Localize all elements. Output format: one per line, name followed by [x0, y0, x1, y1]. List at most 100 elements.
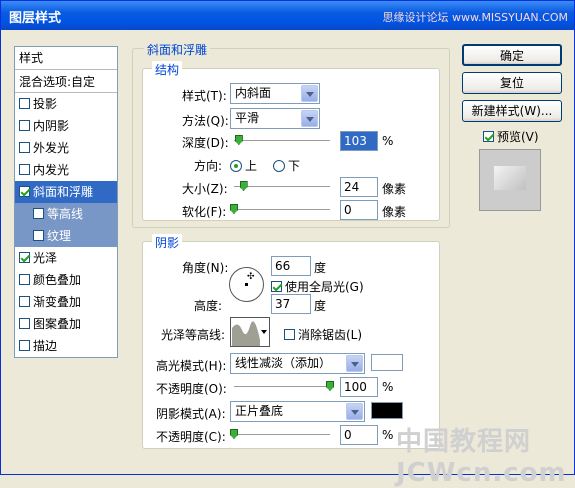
- radio-icon: [230, 160, 242, 172]
- direction-down-radio[interactable]: 下: [273, 157, 300, 174]
- radio-icon: [273, 160, 285, 172]
- size-input[interactable]: 24: [340, 177, 378, 197]
- style-label: 样式(T):: [182, 89, 227, 103]
- sidebar-label: 图案叠加: [33, 317, 82, 331]
- sidebar-label: 内阴影: [33, 119, 70, 133]
- sidebar-label: 混合选项:自定: [19, 75, 96, 89]
- sidebar-label: 渐变叠加: [33, 295, 82, 309]
- checkbox[interactable]: [19, 120, 30, 131]
- checkbox[interactable]: [19, 340, 30, 351]
- depth-label: 深度(D):: [182, 136, 229, 150]
- sidebar-item-gradient-overlay[interactable]: 渐变叠加: [15, 291, 117, 313]
- altitude-input[interactable]: 37: [271, 294, 311, 314]
- checkbox[interactable]: [19, 274, 30, 285]
- highlight-mode-dropdown[interactable]: 线性减淡（添加）: [230, 353, 365, 374]
- depth-unit: %: [382, 134, 394, 148]
- angle-input[interactable]: 66: [271, 256, 311, 276]
- sidebar-item-color-overlay[interactable]: 颜色叠加: [15, 269, 117, 291]
- soften-label: 软化(F):: [182, 205, 227, 219]
- angle-dial[interactable]: ✣: [229, 267, 264, 302]
- sidebar-item-texture[interactable]: 纹理: [15, 225, 117, 247]
- global-light-label: 使用全局光(G): [285, 280, 364, 294]
- altitude-value: 37: [275, 297, 291, 311]
- layer-style-dialog: 图层样式 思缘设计论坛 www.MISSYUAN.COM 样式 混合选项:自定 …: [0, 0, 575, 488]
- chevron-down-icon: [346, 403, 363, 420]
- checkbox[interactable]: [19, 296, 30, 307]
- shadow-color-swatch[interactable]: [371, 402, 403, 419]
- checkbox[interactable]: [19, 164, 30, 175]
- antialias-label: 消除锯齿(L): [298, 328, 363, 342]
- soften-slider-track: [234, 209, 330, 211]
- sidebar-label: 投影: [33, 97, 58, 111]
- antialias-checkbox[interactable]: 消除锯齿(L): [284, 326, 362, 343]
- sidebar-label: 斜面和浮雕: [33, 185, 94, 199]
- direction-up-radio[interactable]: 上: [230, 157, 257, 174]
- soften-value: 0: [344, 203, 352, 217]
- checkbox[interactable]: [33, 230, 44, 241]
- title-bar: 图层样式 思缘设计论坛 www.MISSYUAN.COM: [1, 1, 574, 30]
- style-value: 内斜面: [235, 86, 272, 100]
- watermark-bottom: 中国教程网 JCWcn.com: [396, 427, 567, 488]
- style-dropdown[interactable]: 内斜面: [230, 83, 320, 104]
- sidebar-item-contour[interactable]: 等高线: [15, 203, 117, 225]
- depth-slider-track: [234, 140, 330, 142]
- reset-button[interactable]: 复位: [462, 72, 562, 94]
- highlight-opacity-input[interactable]: 100: [340, 377, 378, 397]
- shading-title: 阴影: [152, 234, 183, 251]
- sidebar-label: 颜色叠加: [33, 273, 82, 287]
- sidebar-item-bevel-emboss[interactable]: 斜面和浮雕: [15, 181, 117, 203]
- angle-unit: 度: [314, 261, 327, 275]
- new-style-button[interactable]: 新建样式(W)...: [462, 100, 562, 122]
- size-value: 24: [344, 180, 360, 194]
- sidebar-item-outer-glow[interactable]: 外发光: [15, 137, 117, 159]
- shadow-opacity-input[interactable]: 0: [340, 425, 378, 445]
- checkbox: [284, 329, 295, 340]
- checkbox[interactable]: [19, 252, 30, 263]
- sidebar-item-pattern-overlay[interactable]: 图案叠加: [15, 313, 117, 335]
- checkbox[interactable]: [19, 98, 30, 109]
- direction-label: 方向:: [194, 159, 223, 173]
- depth-input[interactable]: 103: [340, 131, 378, 151]
- sidebar-item-stroke[interactable]: 描边: [15, 335, 117, 357]
- highlight-color-swatch[interactable]: [371, 354, 403, 371]
- shadow-opacity-track: [234, 434, 330, 436]
- sidebar-label: 等高线: [47, 207, 84, 221]
- sidebar-item-inner-glow[interactable]: 内发光: [15, 159, 117, 181]
- sidebar-item-drop-shadow[interactable]: 投影: [15, 93, 117, 115]
- sidebar-item-inner-shadow[interactable]: 内阴影: [15, 115, 117, 137]
- technique-dropdown[interactable]: 平滑: [230, 108, 320, 129]
- sidebar-label: 样式: [19, 51, 44, 65]
- sidebar-item-satin[interactable]: 光泽: [15, 247, 117, 269]
- altitude-unit: 度: [314, 299, 327, 313]
- size-unit: 像素: [382, 182, 407, 196]
- checkbox[interactable]: [19, 318, 30, 329]
- checkbox[interactable]: [19, 186, 30, 197]
- soften-input[interactable]: 0: [340, 200, 378, 220]
- ok-button[interactable]: 确定: [462, 44, 562, 66]
- gloss-contour-picker[interactable]: [230, 317, 270, 347]
- angle-value: 66: [275, 259, 291, 273]
- checkbox[interactable]: [19, 142, 30, 153]
- highlight-opacity-label: 不透明度(O):: [156, 382, 227, 396]
- chevron-down-icon: [346, 355, 363, 372]
- style-list: 样式 混合选项:自定 投影 内阴影 外发光 内发光 斜面和浮雕 等高线 纹理 光…: [14, 46, 118, 358]
- shadow-mode-dropdown[interactable]: 正片叠底: [230, 401, 365, 422]
- sidebar-label: 外发光: [33, 141, 70, 155]
- highlight-mode-label: 高光模式(H):: [156, 359, 227, 373]
- checkbox: [271, 281, 282, 292]
- chevron-down-icon: [261, 330, 267, 337]
- depth-value: 103: [344, 134, 367, 148]
- chevron-down-icon: [301, 110, 318, 127]
- checkbox[interactable]: [33, 208, 44, 219]
- preview-label: 预览(V): [497, 130, 539, 144]
- sidebar-item-styles[interactable]: 样式: [15, 47, 117, 70]
- global-light-checkbox[interactable]: 使用全局光(G): [271, 278, 364, 295]
- size-label: 大小(Z):: [182, 182, 228, 196]
- bevel-group-title: 斜面和浮雕: [144, 41, 211, 58]
- preview-checkbox[interactable]: 预览(V): [483, 128, 539, 145]
- dial-center: [245, 283, 248, 286]
- direction-down-label: 下: [288, 159, 301, 173]
- sidebar-label: 描边: [33, 339, 58, 353]
- sidebar-item-blending[interactable]: 混合选项:自定: [15, 71, 117, 93]
- checkbox: [483, 131, 494, 142]
